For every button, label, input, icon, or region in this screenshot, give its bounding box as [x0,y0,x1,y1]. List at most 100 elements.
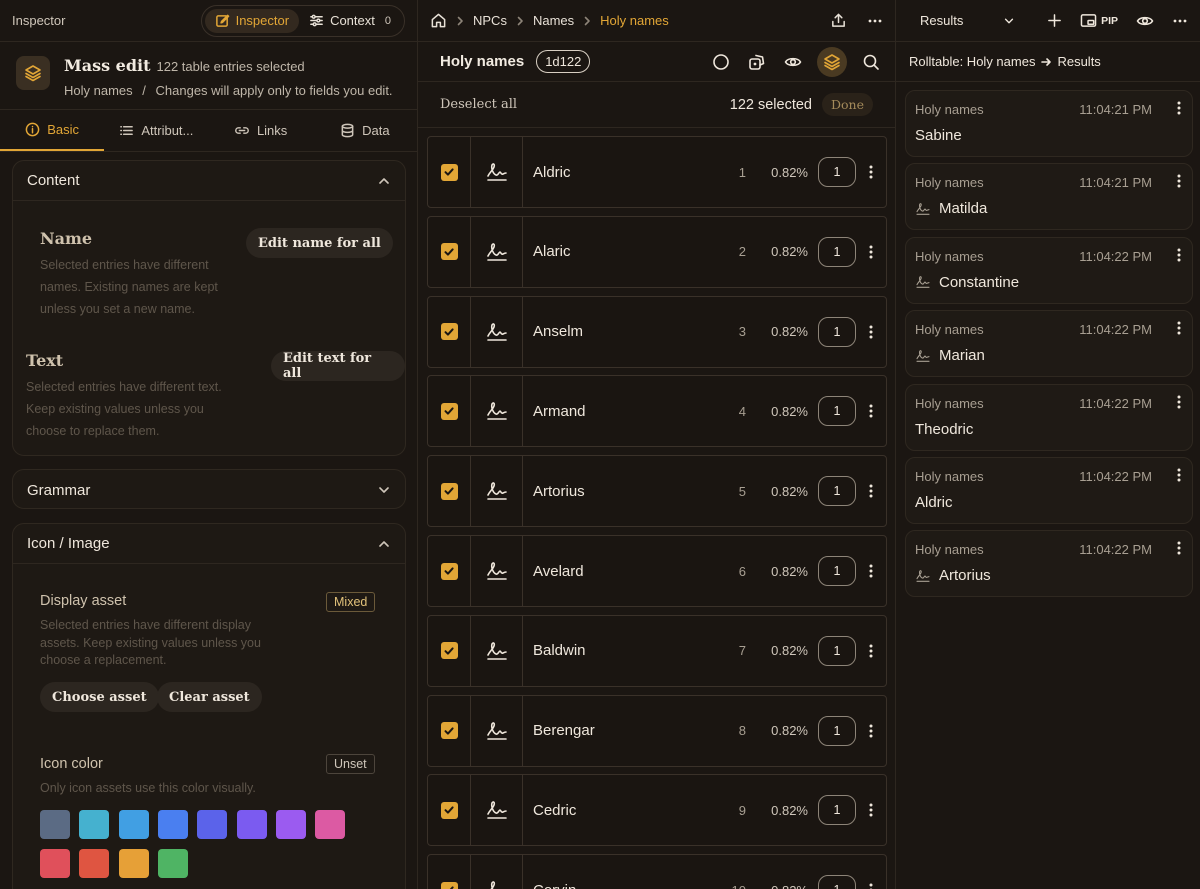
color-swatch[interactable] [275,810,306,839]
row-weight-input[interactable]: 1 [818,157,856,187]
row-checkbox[interactable] [428,615,471,686]
row-weight-input[interactable]: 1 [818,715,856,746]
row-weight-input[interactable]: 1 [818,875,856,889]
more-vertical-icon[interactable] [856,696,886,766]
tab-attributes[interactable]: Attribut... [104,110,208,151]
color-swatch[interactable] [40,810,70,839]
more-vertical-icon[interactable] [856,616,886,686]
table-row[interactable]: Berengar 8 0.82% 1 [427,694,887,767]
tab-links[interactable]: Links [209,110,313,151]
breadcrumb-holy-names[interactable]: Holy names [600,13,669,28]
more-vertical-icon[interactable] [1176,540,1182,556]
color-swatch[interactable] [315,810,346,839]
more-vertical-icon[interactable] [1176,100,1182,116]
table-row[interactable]: Corvin100.82% 1 [427,854,887,889]
more-horizontal-icon[interactable] [867,13,883,29]
result-card[interactable]: Holy names 11:04:22 PM Constantine [905,236,1193,304]
choose-asset-button[interactable]: Choose asset [40,682,159,712]
table-row[interactable]: Armand 4 0.82% 1 [427,375,887,448]
more-vertical-icon[interactable] [856,376,886,446]
row-weight-input[interactable]: 1 [818,476,856,507]
more-vertical-icon[interactable] [856,775,886,845]
context-tab-button[interactable]: Context 0 [299,9,401,33]
result-card[interactable]: Holy names 11:04:21 PM Sabine [905,90,1193,157]
row-checkbox[interactable] [428,536,471,606]
row-weight-input[interactable]: 1 [818,236,856,267]
table-row[interactable]: Artorius 5 0.82% 1 [427,455,887,528]
eye-icon[interactable] [1136,12,1154,30]
row-checkbox[interactable] [428,775,471,846]
plus-icon[interactable] [1047,13,1062,28]
color-swatch[interactable] [79,810,110,839]
tab-basic[interactable]: Basic [0,110,105,151]
row-weight-input[interactable]: 1 [818,316,856,347]
result-card[interactable]: Holy names 11:04:22 PM Theodric [905,383,1193,451]
table-row[interactable]: Cedric 9 0.82% 1 [427,774,887,847]
row-weight-input[interactable]: 1 [818,396,856,427]
table-row[interactable]: Anselm 3 0.82% 1 [427,295,887,368]
more-vertical-icon[interactable] [1176,394,1182,410]
row-checkbox[interactable] [428,137,471,207]
row-checkbox[interactable] [428,376,471,447]
color-swatch[interactable] [118,810,149,839]
table-row[interactable]: Baldwin 7 0.82% 1 [427,614,887,687]
more-vertical-icon[interactable] [856,217,886,287]
search-icon[interactable] [859,50,883,74]
color-swatch[interactable] [236,810,267,839]
more-vertical-icon[interactable] [1176,320,1182,336]
color-swatch[interactable] [197,810,228,839]
edit-text-for-all-button[interactable]: Edit text for all [271,351,405,381]
dice-icon[interactable] [745,50,769,74]
color-swatch[interactable] [40,849,70,878]
result-card[interactable]: Holy names 11:04:21 PM Matilda [905,163,1193,231]
edit-name-for-all-button[interactable]: Edit name for all [246,228,393,258]
result-card[interactable]: Holy names 11:04:22 PM Artorius [905,530,1193,598]
dice-formula-badge[interactable]: 1d122 [536,50,591,73]
more-vertical-icon[interactable] [1176,247,1182,263]
row-weight-input[interactable]: 1 [818,795,856,826]
more-vertical-icon[interactable] [1176,467,1182,483]
circle-icon[interactable] [709,50,733,74]
more-vertical-icon[interactable] [856,536,886,606]
row-checkbox[interactable] [428,855,471,889]
more-horizontal-icon[interactable] [1172,13,1188,29]
more-vertical-icon[interactable] [856,456,886,526]
breadcrumb-names[interactable]: Names [533,13,574,28]
result-card[interactable]: Holy names 11:04:22 PM Marian [905,310,1193,378]
table-row[interactable]: Aldric 1 0.82% 1 [427,136,887,208]
row-checkbox[interactable] [428,695,471,766]
result-card[interactable]: Holy names 11:04:22 PM Aldric [905,457,1193,524]
row-checkbox[interactable] [428,456,471,527]
color-swatch[interactable] [118,849,149,878]
row-checkbox[interactable] [428,216,471,287]
clear-asset-button[interactable]: Clear asset [157,682,262,712]
more-vertical-icon[interactable] [856,297,886,367]
more-vertical-icon[interactable] [1176,173,1182,189]
table-row[interactable]: Avelard 6 0.82% 1 [427,535,887,607]
tab-data[interactable]: Data [313,110,417,151]
done-button[interactable]: Done [822,93,873,116]
grammar-section-header[interactable]: Grammar [13,470,405,510]
breadcrumb-npcs[interactable]: NPCs [473,13,507,28]
row-weight-input[interactable]: 1 [818,635,856,666]
color-swatch[interactable] [157,849,188,878]
row-weight-input[interactable]: 1 [818,556,856,586]
icon-image-section-header[interactable]: Icon / Image [13,524,405,564]
color-swatch[interactable] [79,849,110,878]
more-vertical-icon[interactable] [856,137,886,207]
deselect-all-button[interactable]: Deselect all [440,97,517,112]
eye-icon[interactable] [781,50,805,74]
home-icon[interactable] [430,12,447,29]
grammar-section[interactable]: Grammar [12,469,406,509]
content-section-header[interactable]: Content [13,161,405,201]
results-view-select[interactable]: Results [920,13,1015,28]
pip-button[interactable]: PIP [1080,13,1118,28]
more-vertical-icon[interactable] [856,855,886,889]
share-icon[interactable] [830,12,847,29]
table-row[interactable]: Alaric 2 0.82% 1 [427,215,887,288]
mass-edit-layers-icon[interactable] [817,46,847,77]
color-swatch[interactable] [157,810,188,839]
results-breadcrumb-table[interactable]: Rolltable: Holy names [909,54,1035,69]
mass-edit-table-link[interactable]: Holy names [64,83,133,98]
inspector-tab-button[interactable]: Inspector [204,8,300,33]
